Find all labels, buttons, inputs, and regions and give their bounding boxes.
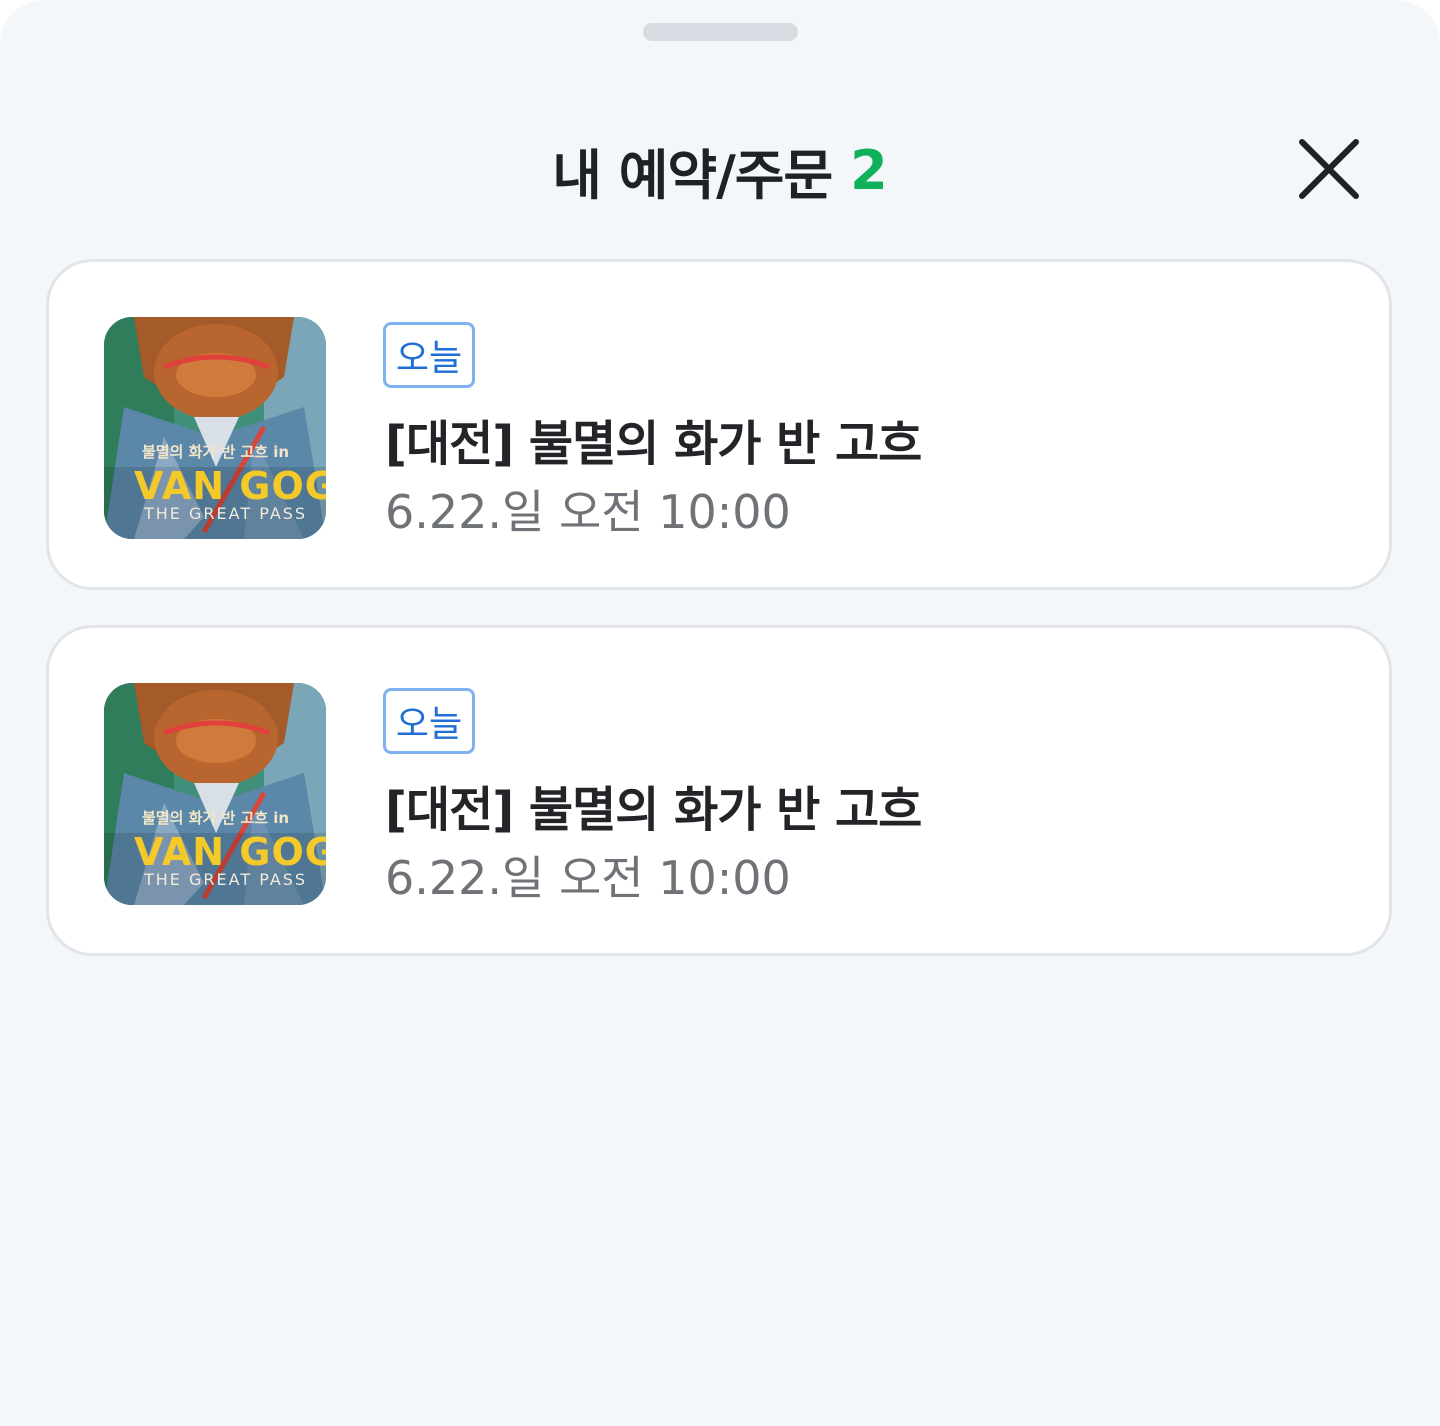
drag-handle[interactable]: [643, 23, 798, 41]
poster-ko-title: 불멸의 화가 반 고흐 in: [142, 443, 289, 461]
poster-main-title: VAN GOG: [134, 464, 326, 508]
event-datetime: 6.22.일 오전 10:00: [385, 851, 791, 905]
sheet-title: 내 예약/주문: [552, 143, 833, 207]
poster-ko-title: 불멸의 화가 반 고흐 in: [142, 809, 289, 827]
booking-count: 2: [850, 138, 888, 202]
today-badge: 오늘: [383, 688, 475, 754]
poster-subtitle: THE GREAT PASS: [143, 504, 307, 523]
poster-subtitle: THE GREAT PASS: [143, 870, 307, 889]
poster-main-title: VAN GOG: [134, 830, 326, 874]
bottom-sheet: 내 예약/주문 2 불멸의 화가 반 고흐 in VAN GOG THE GRE…: [0, 0, 1440, 1426]
event-title: [대전] 불멸의 화가 반 고흐: [385, 416, 922, 472]
booking-card[interactable]: 불멸의 화가 반 고흐 in VAN GOG THE GREAT PASS 오늘…: [46, 625, 1392, 956]
today-badge: 오늘: [383, 322, 475, 388]
close-icon: [1299, 139, 1359, 199]
event-title: [대전] 불멸의 화가 반 고흐: [385, 782, 922, 838]
sheet-header: 내 예약/주문 2: [0, 130, 1440, 210]
event-poster-thumbnail: 불멸의 화가 반 고흐 in VAN GOG THE GREAT PASS: [104, 683, 326, 905]
event-datetime: 6.22.일 오전 10:00: [385, 485, 791, 539]
booking-card[interactable]: 불멸의 화가 반 고흐 in VAN GOG THE GREAT PASS 오늘…: [46, 259, 1392, 590]
close-button[interactable]: [1292, 132, 1366, 206]
event-poster-thumbnail: 불멸의 화가 반 고흐 in VAN GOG THE GREAT PASS: [104, 317, 326, 539]
